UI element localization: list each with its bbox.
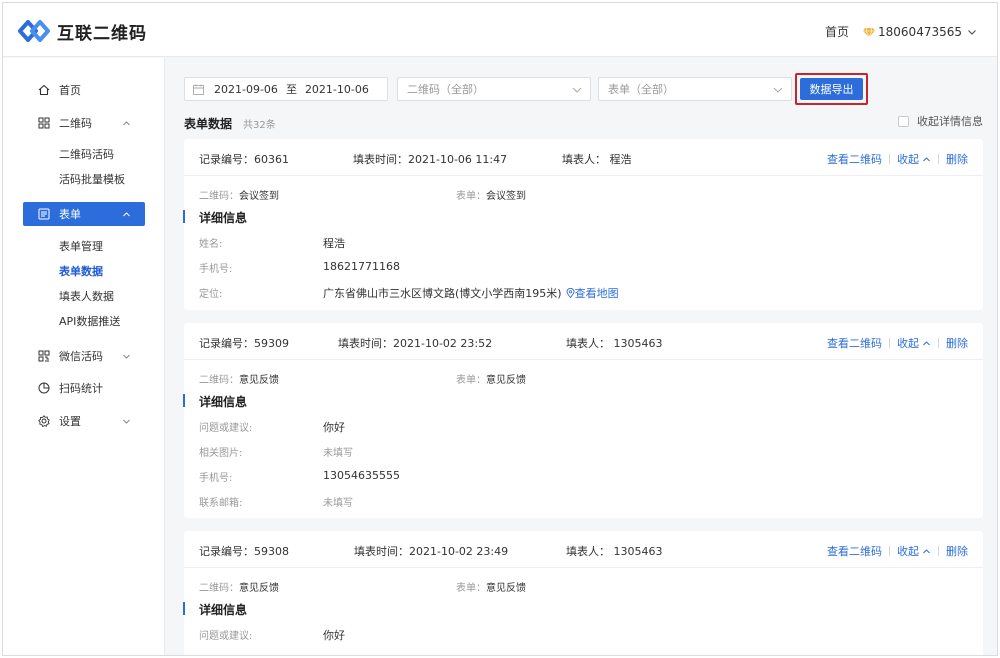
chevron-up-icon [123, 121, 130, 126]
record-form: 表单：意见反馈 [456, 375, 526, 386]
record-number: 记录编号：60361 [199, 153, 289, 166]
date-start[interactable]: 2021-09-06 [214, 83, 278, 96]
collapse-link[interactable]: 收起 [897, 335, 919, 351]
record-card: 记录编号：60361 填表时间：2021-10-06 11:47 填表人： 程浩… [183, 139, 983, 310]
date-end[interactable]: 2021-10-06 [305, 83, 369, 96]
record-count: 共32条 [243, 120, 276, 131]
date-range-picker[interactable]: 2021-09-06 至 2021-10-06 [184, 77, 388, 101]
sidebar: 首页 二维码 二维码活码 活码批量模板 表单 表单管理 表单数据 填表人数据 A… [3, 58, 165, 655]
record-time: 填表时间：2021-10-06 11:47 [353, 153, 508, 166]
delete-link[interactable]: 删除 [946, 151, 968, 167]
qr-icon [38, 350, 50, 362]
top-header: 互联二维码 首页 18060473565 [3, 3, 997, 57]
record-qrcode: 二维码：意见反馈 [199, 375, 279, 386]
record-form: 表单：意见反馈 [456, 583, 526, 594]
logo-text: 互联二维码 [57, 23, 147, 44]
record-filler: 填表人： 1305463 [566, 545, 663, 558]
view-map-link[interactable]: 查看地图 [566, 287, 619, 300]
sidebar-item-form[interactable]: 表单 [23, 202, 145, 226]
user-menu[interactable]: 18060473565 [863, 25, 977, 39]
delete-link[interactable]: 删除 [946, 335, 968, 351]
record-card: 记录编号：59308 填表时间：2021-10-02 23:49 填表人： 13… [183, 531, 983, 655]
sidebar-item-scan-stats[interactable]: 扫码统计 [23, 376, 145, 400]
sidebar-sub-filler-data[interactable]: 填表人数据 [59, 288, 114, 304]
record-qrcode: 二维码：会议签到 [199, 191, 279, 202]
sidebar-sub-qrcode-live[interactable]: 二维码活码 [59, 146, 114, 162]
sidebar-item-qrcode[interactable]: 二维码 [23, 111, 145, 135]
home-link[interactable]: 首页 [825, 23, 849, 40]
calendar-icon [193, 84, 204, 95]
sidebar-item-label: 二维码 [59, 117, 92, 130]
sidebar-item-label: 首页 [59, 84, 81, 97]
sidebar-sub-form-data[interactable]: 表单数据 [59, 263, 103, 279]
form-icon [38, 208, 50, 220]
collapse-link[interactable]: 收起 [897, 543, 919, 559]
detail-title: 详细信息 [199, 211, 248, 225]
user-phone: 18060473565 [878, 24, 962, 39]
main-content: 2021-09-06 至 2021-10-06 二维码（全部） 表单（全部） 数… [166, 58, 997, 655]
app-window: 互联二维码 首页 18060473565 首页 二维码 二维码活码 活码批量模板… [2, 2, 998, 656]
qrcode-select[interactable]: 二维码（全部） [397, 77, 591, 101]
record-form: 表单：会议签到 [456, 191, 526, 202]
logo[interactable]: 互联二维码 [17, 16, 147, 46]
chevron-up-icon[interactable] [922, 547, 931, 556]
chevron-up-icon [123, 212, 130, 217]
sidebar-item-label: 设置 [59, 415, 81, 428]
detail-title: 详细信息 [199, 395, 248, 409]
detail-accent-bar [183, 394, 185, 407]
location-pin-icon [566, 287, 575, 299]
chevron-down-icon [968, 29, 976, 35]
collapse-details-label: 收起详情信息 [917, 115, 983, 128]
record-filler: 填表人： 1305463 [566, 337, 663, 350]
logo-icon [18, 20, 50, 42]
vip-gem-icon [863, 27, 876, 37]
view-qr-link[interactable]: 查看二维码 [827, 151, 882, 167]
sidebar-sub-form-manage[interactable]: 表单管理 [59, 238, 103, 254]
sidebar-sub-api-push[interactable]: API数据推送 [59, 313, 120, 329]
export-highlight: 数据导出 [795, 73, 868, 105]
section-title: 表单数据 [184, 117, 233, 131]
detail-accent-bar [183, 210, 185, 223]
collapse-link[interactable]: 收起 [897, 151, 919, 167]
export-button[interactable]: 数据导出 [800, 78, 863, 100]
record-header: 记录编号：59309 填表时间：2021-10-02 23:52 填表人： 13… [184, 323, 983, 360]
record-header: 记录编号：59308 填表时间：2021-10-02 23:49 填表人： 13… [184, 531, 983, 568]
sidebar-item-label: 微信活码 [59, 350, 103, 363]
record-qrcode: 二维码：意见反馈 [199, 583, 279, 594]
sidebar-item-settings[interactable]: 设置 [23, 409, 145, 433]
home-icon [38, 84, 50, 96]
record-time: 填表时间：2021-10-02 23:52 [338, 337, 493, 350]
sidebar-item-home[interactable]: 首页 [23, 78, 145, 102]
form-select-value: 表单（全部） [608, 83, 674, 96]
sidebar-sub-batch-template[interactable]: 活码批量模板 [59, 171, 125, 187]
record-filler: 填表人： 程浩 [562, 153, 632, 166]
chevron-down-icon [123, 419, 130, 424]
view-qr-link[interactable]: 查看二维码 [827, 543, 882, 559]
collapse-details-checkbox[interactable] [898, 115, 909, 127]
chevron-up-icon[interactable] [922, 339, 931, 348]
qrcode-select-value: 二维码（全部） [407, 83, 484, 96]
record-number: 记录编号：59308 [199, 545, 289, 558]
sidebar-item-label: 表单 [59, 208, 81, 221]
form-select[interactable]: 表单（全部） [598, 77, 792, 101]
detail-title: 详细信息 [199, 603, 248, 617]
delete-link[interactable]: 删除 [946, 543, 968, 559]
record-card: 记录编号：59309 填表时间：2021-10-02 23:52 填表人： 13… [183, 323, 983, 518]
sidebar-item-wechat-qr[interactable]: 微信活码 [23, 344, 145, 368]
chevron-up-icon[interactable] [922, 155, 931, 164]
chevron-down-icon [773, 87, 783, 93]
collapse-details-toggle[interactable]: 收起详情信息 [898, 113, 983, 129]
gear-icon [38, 415, 50, 427]
view-qr-link[interactable]: 查看二维码 [827, 335, 882, 351]
pie-icon [38, 382, 50, 394]
chevron-down-icon [572, 87, 582, 93]
record-header: 记录编号：60361 填表时间：2021-10-06 11:47 填表人： 程浩… [184, 139, 983, 176]
sidebar-item-label: 扫码统计 [59, 382, 103, 395]
chevron-down-icon [123, 354, 130, 359]
record-number: 记录编号：59309 [199, 337, 289, 350]
grid-icon [38, 117, 50, 129]
date-separator: 至 [285, 83, 297, 96]
record-time: 填表时间：2021-10-02 23:49 [354, 545, 509, 558]
detail-accent-bar [183, 602, 185, 615]
